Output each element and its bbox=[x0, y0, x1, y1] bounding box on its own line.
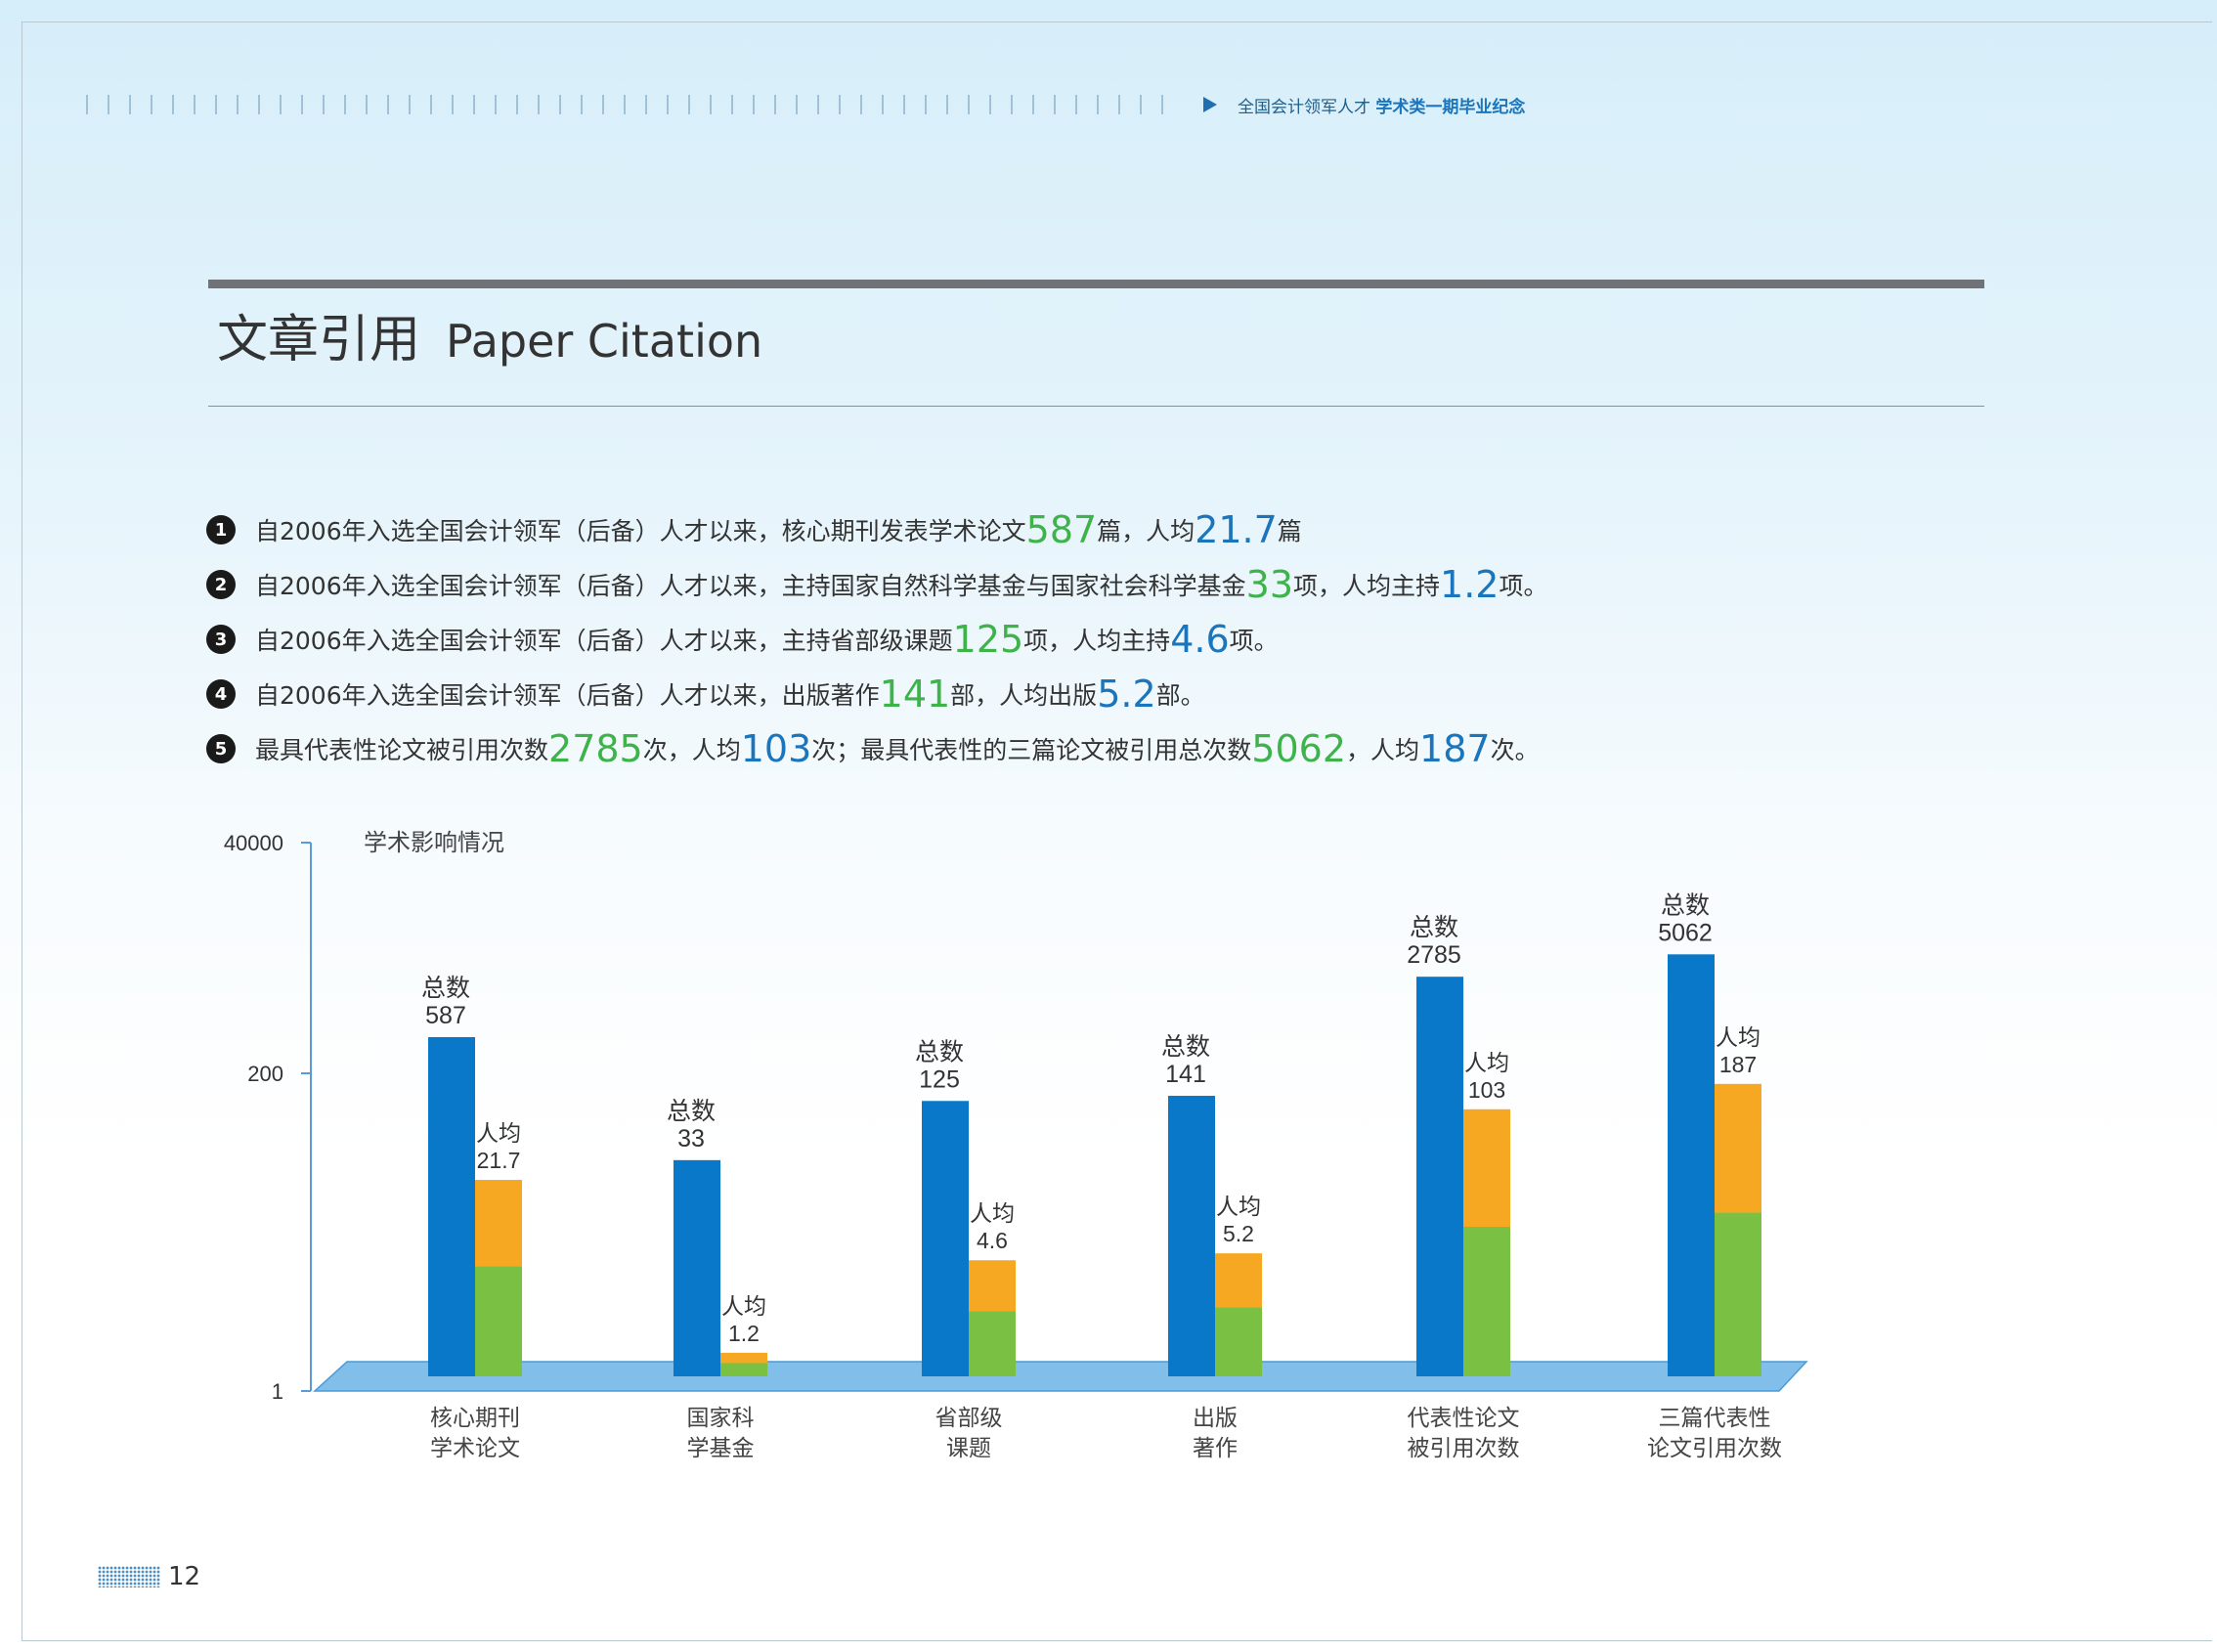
total-value-label: 125 bbox=[919, 1065, 960, 1093]
average-bar-lower bbox=[969, 1311, 1016, 1376]
average-label: 人均 bbox=[1464, 1051, 1509, 1076]
y-tick-label: 40000 bbox=[224, 831, 283, 855]
total-bar bbox=[428, 1036, 475, 1376]
average-bar-upper bbox=[720, 1352, 767, 1364]
average-label: 人均 bbox=[721, 1294, 766, 1320]
category-label: 三篇代表性论文引用次数 bbox=[1617, 1404, 1812, 1464]
y-tick-label: 1 bbox=[272, 1379, 283, 1404]
chart-title: 学术影响情况 bbox=[364, 829, 504, 856]
average-value-label: 187 bbox=[1719, 1052, 1757, 1077]
category-label-line: 被引用次数 bbox=[1407, 1436, 1520, 1461]
category-label: 国家科 学基金 bbox=[623, 1404, 818, 1464]
average-value-label: 4.6 bbox=[977, 1228, 1008, 1253]
average-value-label: 5.2 bbox=[1223, 1221, 1254, 1246]
category-label-line: 课题 bbox=[946, 1436, 991, 1461]
total-label: 总数 bbox=[421, 974, 470, 1002]
total-label: 总数 bbox=[667, 1097, 716, 1125]
total-value-label: 587 bbox=[425, 1002, 466, 1029]
total-value-label: 2785 bbox=[1407, 941, 1461, 969]
average-label: 人均 bbox=[1716, 1025, 1761, 1051]
total-value-label: 5062 bbox=[1658, 919, 1713, 946]
page-number-text: 12 bbox=[168, 1562, 201, 1591]
average-bar-upper bbox=[475, 1180, 522, 1267]
total-label: 总数 bbox=[1661, 891, 1710, 919]
total-bar bbox=[1416, 977, 1463, 1376]
category-label: 代表性论文被引用次数 bbox=[1366, 1404, 1561, 1464]
total-value-label: 33 bbox=[677, 1125, 705, 1152]
category-label-line: 三篇代表性 bbox=[1658, 1406, 1771, 1431]
total-label: 总数 bbox=[915, 1037, 964, 1065]
chart-floor-platform bbox=[313, 1361, 1808, 1392]
category-label-line: 学基金 bbox=[686, 1436, 755, 1461]
category-label-line: 省部级 bbox=[935, 1406, 1003, 1431]
category-label-line: 学术论文 bbox=[430, 1436, 520, 1461]
page-number-dots bbox=[98, 1566, 160, 1587]
category-label-line: 著作 bbox=[1193, 1436, 1238, 1461]
total-bar bbox=[1668, 954, 1715, 1376]
category-label: 出版 著作 bbox=[1117, 1404, 1313, 1464]
category-label-line: 国家科 bbox=[686, 1406, 755, 1431]
average-bar-upper bbox=[1715, 1083, 1761, 1213]
average-label: 人均 bbox=[970, 1201, 1015, 1227]
average-bar-upper bbox=[1215, 1253, 1262, 1308]
average-bar-lower bbox=[1215, 1307, 1262, 1376]
average-bar-upper bbox=[1463, 1109, 1510, 1227]
average-label: 人均 bbox=[1216, 1195, 1261, 1220]
category-label: 核心期刊 学术论文 bbox=[377, 1404, 573, 1464]
page-number: 12 bbox=[98, 1562, 200, 1591]
total-bar bbox=[922, 1101, 969, 1376]
total-bar bbox=[674, 1159, 720, 1376]
average-bar-lower bbox=[1463, 1226, 1510, 1376]
average-bar-lower bbox=[720, 1363, 767, 1376]
total-label: 总数 bbox=[1161, 1032, 1210, 1061]
average-label: 人均 bbox=[476, 1121, 521, 1147]
average-bar-upper bbox=[969, 1260, 1016, 1312]
academic-impact-chart: 400002001学术影响情况总数587人均21.7总数33人均1.2总数125… bbox=[224, 829, 1808, 1404]
total-bar bbox=[1168, 1096, 1215, 1376]
average-value-label: 1.2 bbox=[728, 1321, 760, 1346]
category-label-line: 论文引用次数 bbox=[1647, 1436, 1782, 1461]
category-label-line: 代表性论文 bbox=[1407, 1406, 1520, 1431]
y-tick-label: 200 bbox=[247, 1062, 283, 1086]
average-value-label: 103 bbox=[1468, 1077, 1505, 1103]
average-bar-lower bbox=[1715, 1212, 1761, 1376]
category-label-line: 核心期刊 bbox=[430, 1406, 520, 1431]
average-value-label: 21.7 bbox=[477, 1148, 521, 1173]
total-value-label: 141 bbox=[1165, 1061, 1206, 1088]
category-label: 省部级 课题 bbox=[871, 1404, 1066, 1464]
average-bar-lower bbox=[475, 1266, 522, 1376]
total-label: 总数 bbox=[1410, 913, 1458, 941]
category-label-line: 出版 bbox=[1193, 1406, 1238, 1431]
